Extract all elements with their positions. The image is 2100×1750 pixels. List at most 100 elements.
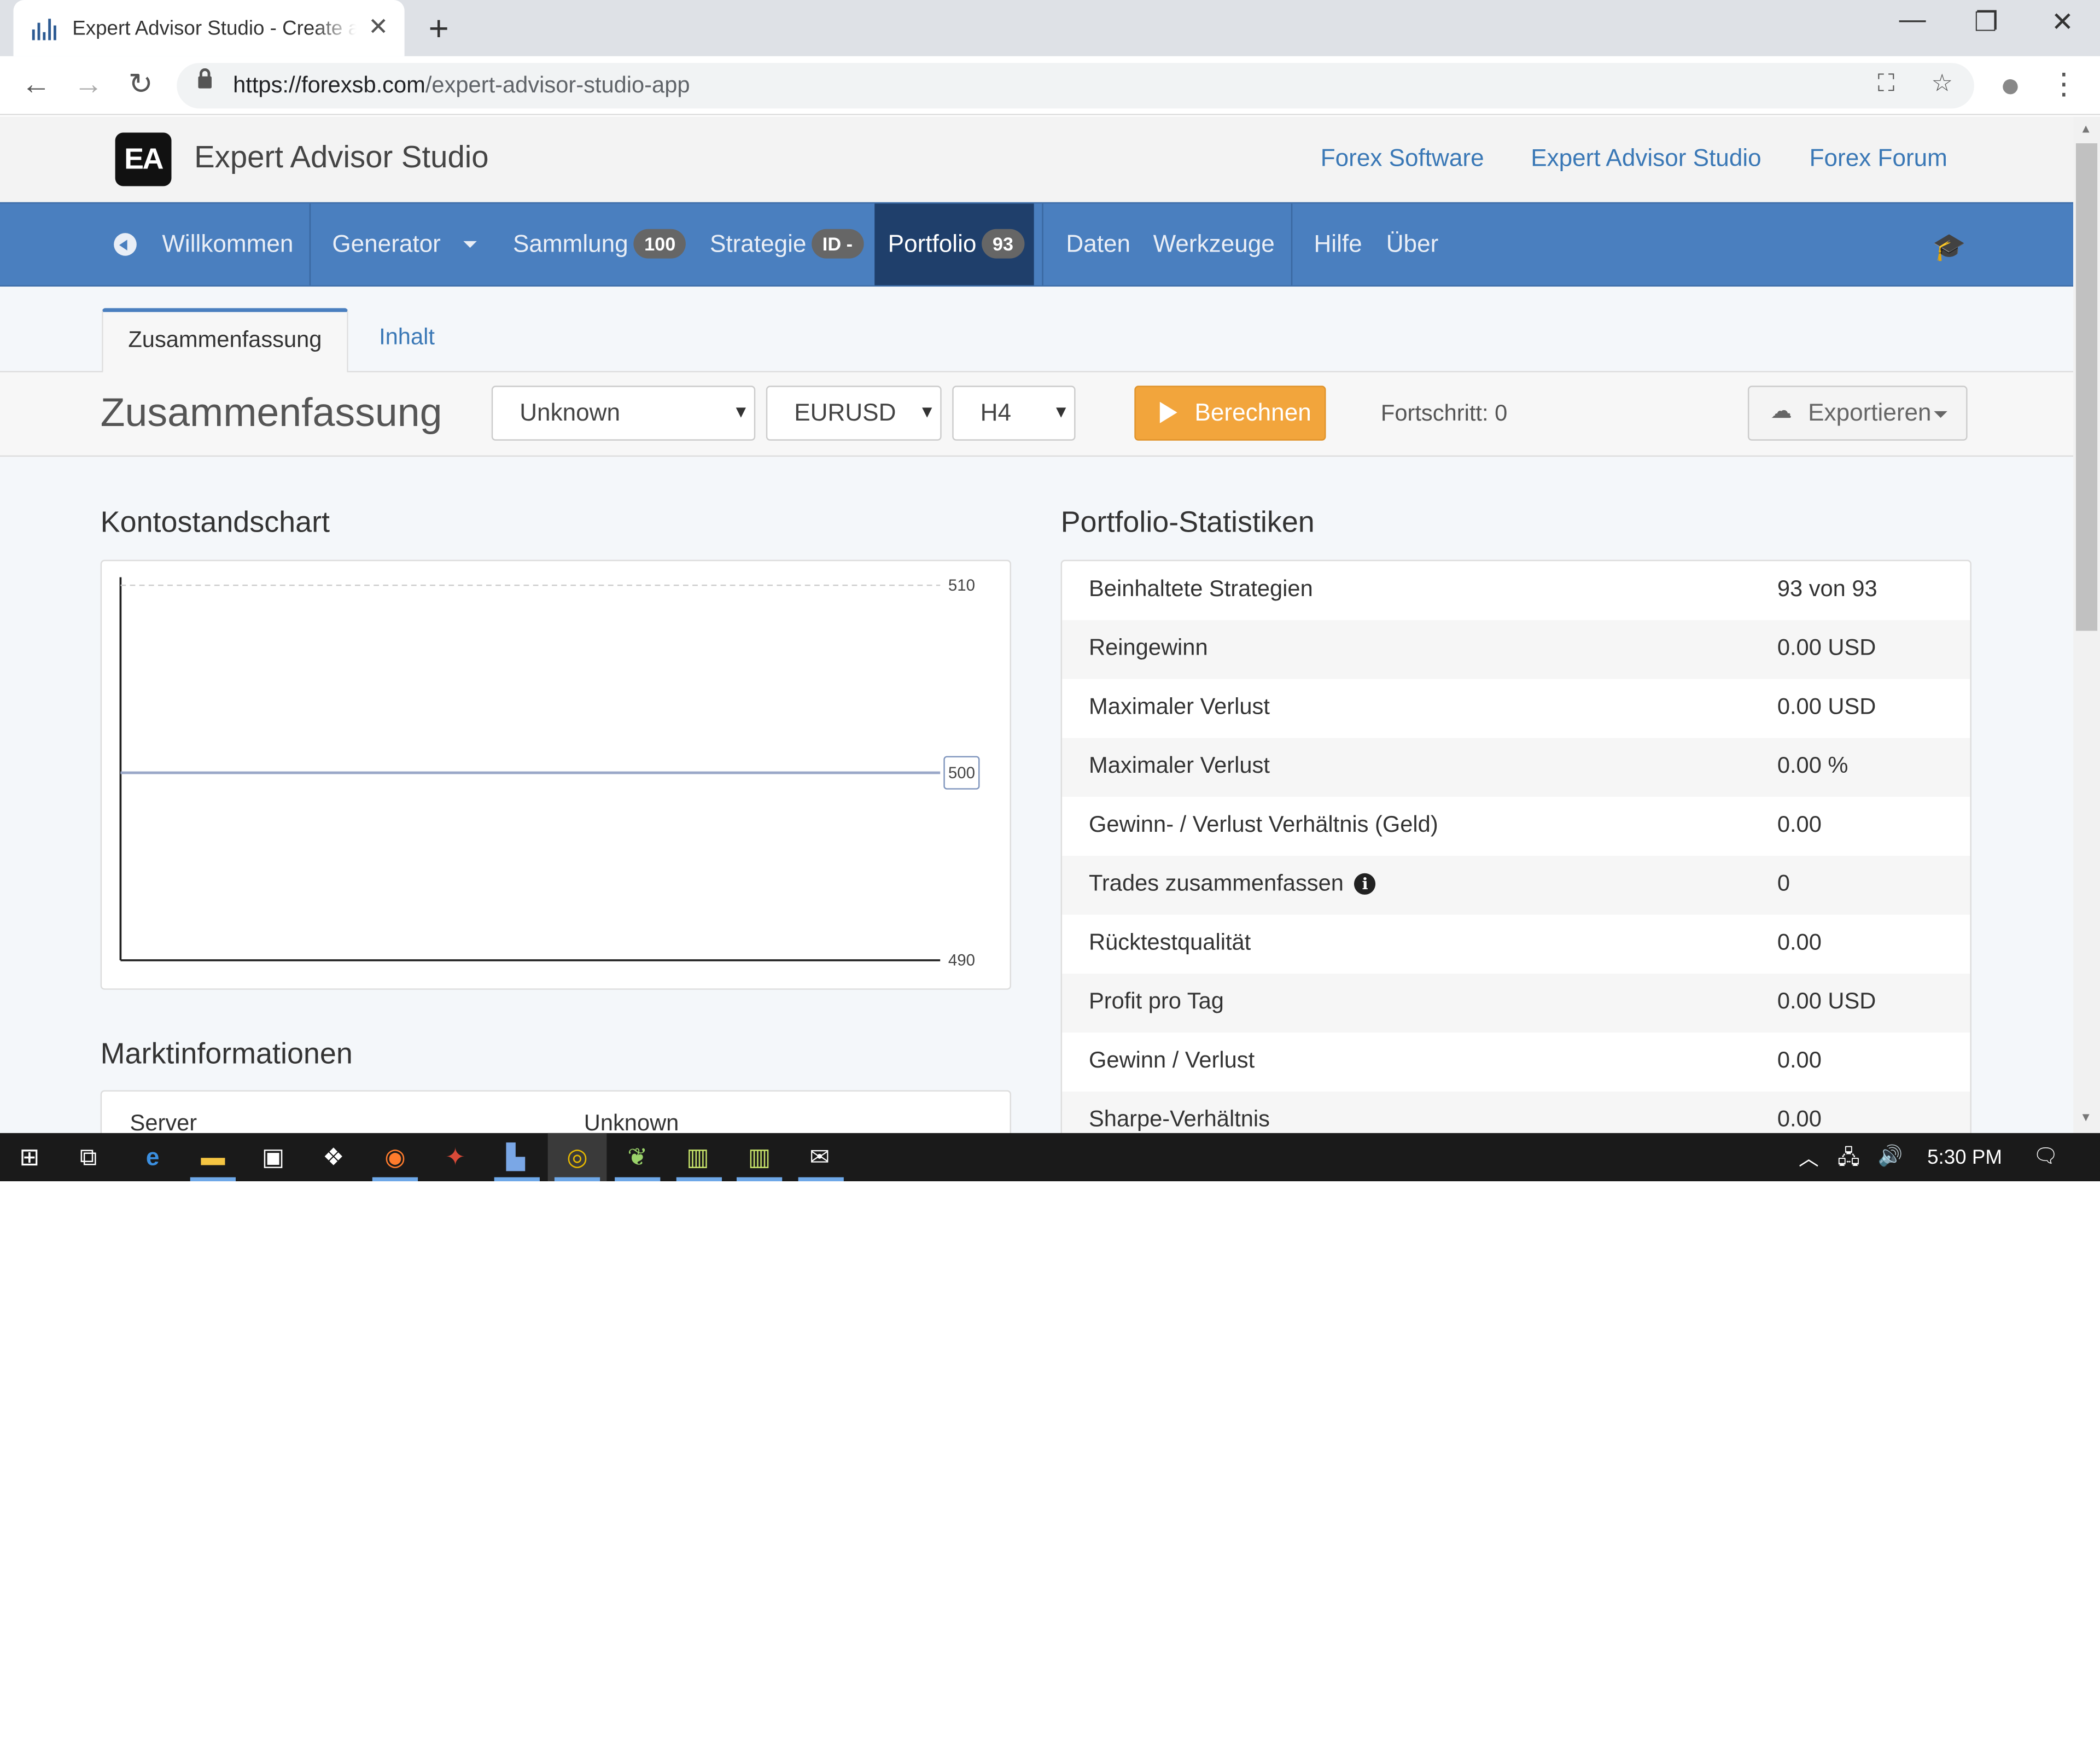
table-row: Trades zusammenfassen i 0 [1062,855,1970,915]
ea-logo[interactable]: EA [115,132,172,186]
table-row: Beinhaltete Strategien 93 von 93 [1089,576,1877,602]
network-icon[interactable]: 🖧 [1838,1144,1860,1177]
trading-app-icon[interactable]: ▥ [682,1141,714,1174]
scroll-down-icon[interactable]: ▼ [2080,1110,2092,1123]
link-forex-forum[interactable]: Forex Forum [1810,144,1947,172]
table-row: Gewinn / Verlust 0.00 [1089,1047,1822,1073]
market-info-title: Marktinformationen [100,1036,353,1070]
nav-help[interactable]: Hilfe [1314,203,1362,285]
balance-chart: 510 500 490 [100,559,1011,990]
url-text: https://forexsb.com/expert-advisor-studi… [233,72,690,98]
site-header: EA Expert Advisor Studio Forex Software … [0,116,2074,202]
chrome-icon[interactable]: ◎ [561,1141,593,1174]
portfolio-count-badge: 93 [982,229,1024,259]
dropbox-icon[interactable]: ❖ [317,1141,349,1174]
page-scrollbar[interactable]: ▲ ▼ [2073,116,2100,1133]
volume-icon[interactable]: 🔊 [1877,1144,1903,1168]
period-select[interactable]: H4 [952,386,1076,441]
new-tab-icon[interactable]: + [429,8,449,50]
clock-time[interactable]: 5:30 PM [1927,1146,2002,1169]
app-green-icon[interactable]: ❦ [621,1141,654,1174]
minimize-icon[interactable]: — [1886,5,1939,36]
y-tick-label: 490 [948,952,975,970]
translate-icon[interactable]: ⛶ [1877,69,1894,97]
play-icon [1159,401,1177,423]
graduation-cap-icon[interactable]: 🎓 [1933,230,1966,264]
profile-avatar-icon[interactable]: ● [1990,65,2030,106]
symbol-select[interactable]: EURUSD [766,386,942,441]
nav-data[interactable]: Daten [1066,203,1130,285]
mail-icon[interactable]: ✉ [803,1141,836,1174]
edge-browser-icon[interactable]: e [137,1141,169,1174]
close-tab-icon[interactable]: ✕ [368,13,388,41]
link-forex-software[interactable]: Forex Software [1321,144,1484,172]
forward-arrow-icon[interactable]: → [68,67,108,102]
page-title: Zusammenfassung [100,391,442,435]
table-row: Sharpe-Verhältnis 0.00 [1062,1091,1970,1133]
balance-chart-title: Kontostandschart [100,505,330,539]
export-button[interactable]: ☁ Exportieren [1747,386,1968,441]
calculate-button[interactable]: Berechnen [1134,386,1326,441]
file-explorer-icon[interactable]: ▬ [197,1141,229,1174]
nav-strategy[interactable]: Strategie ID - [710,203,864,285]
chevron-down-icon[interactable] [463,241,477,248]
progress-text: Fortschritt: 0 [1380,400,1508,426]
collection-count-badge: 100 [633,229,686,259]
app-red-icon[interactable]: ✦ [439,1141,471,1174]
chevron-down-icon [1934,411,1947,418]
reload-icon[interactable]: ↻ [120,67,160,102]
nav-welcome[interactable]: Willkommen [162,203,293,285]
table-row: Maximaler Verlust 0.00 % [1062,738,1970,797]
url-field[interactable]: https://forexsb.com/expert-advisor-studi… [177,63,1974,109]
browser-tab-bar: Expert Advisor Studio - Create an ✕ + — … [0,0,2100,56]
trading-app-icon[interactable]: ▥ [743,1141,775,1174]
windows-start-icon[interactable]: ⊞ [13,1141,45,1174]
balance-chart-svg: 510 500 490 [119,576,980,970]
nav-collection[interactable]: Sammlung 100 [513,203,686,285]
table-row: Maximaler Verlust 0.00 USD [1089,693,1876,720]
subtabs: Zusammenfassung Inhalt [0,287,2074,372]
main-nav: Willkommen Generator Sammlung 100 Strateg… [0,202,2074,287]
info-icon[interactable]: i [1354,873,1376,895]
scroll-thumb[interactable] [2075,143,2098,631]
market-info-panel: Server Unknown [100,1090,1011,1133]
nav-about[interactable]: Über [1386,203,1439,285]
nav-generator[interactable]: Generator [332,203,440,285]
y-tick-label: 510 [948,576,975,594]
notifications-icon[interactable]: 🗨 [2033,1144,2059,1168]
window-close-icon[interactable]: ✕ [2035,5,2089,39]
table-row: Reingewinn 0.00 USD [1062,620,1970,679]
table-row: Profit pro Tag 0.00 USD [1062,973,1970,1033]
server-select[interactable]: Unknown [491,386,756,441]
portfolio-stats-table: Beinhaltete Strategien 93 von 93 Reingewi… [1060,559,1971,1133]
tab-content[interactable]: Inhalt [379,324,435,351]
strategy-id-badge: ID - [812,229,864,259]
address-bar: ← → ↻ https://forexsb.com/expert-advisor… [0,56,2100,115]
back-arrow-icon[interactable]: ← [16,67,56,102]
bookmark-star-icon[interactable]: ☆ [1931,69,1953,97]
chevron-up-icon[interactable]: ︿ [1799,1144,1819,1171]
tab-summary[interactable]: Zusammenfassung [102,308,348,372]
link-expert-advisor-studio[interactable]: Expert Advisor Studio [1531,144,1761,172]
nav-tools[interactable]: Werkzeuge [1153,203,1275,285]
brand-title[interactable]: Expert Advisor Studio [194,139,489,176]
table-row: Gewinn- / Verlust Verhältnis (Geld) 0.00 [1089,812,1822,837]
current-value-label: 500 [948,764,975,782]
site-favicon-icon [32,16,59,40]
lock-icon [198,68,212,89]
back-circle-icon[interactable] [114,233,137,256]
market-value: Unknown [584,1110,679,1133]
store-icon[interactable]: ▣ [257,1141,289,1174]
restore-icon[interactable]: ❐ [1959,5,2013,39]
task-view-icon[interactable]: ⧉ [72,1141,104,1174]
nav-portfolio[interactable]: Portfolio 93 [888,203,1024,285]
app-blue-icon[interactable]: ▙ [499,1141,532,1174]
table-row: Rücktestqualität 0.00 [1089,929,1822,955]
portfolio-stats-title: Portfolio-Statistiken [1060,505,1315,539]
browser-tab[interactable]: Expert Advisor Studio - Create an ✕ [13,0,405,56]
firefox-icon[interactable]: ◉ [379,1141,411,1174]
content-area: Zusammenfassung Inhalt Zusammenfassung U… [0,287,2074,1133]
browser-menu-icon[interactable]: ⋮ [2044,67,2084,102]
screen: Expert Advisor Studio - Create an ✕ + — … [0,0,2100,1749]
scroll-up-icon[interactable]: ▲ [2080,122,2092,135]
